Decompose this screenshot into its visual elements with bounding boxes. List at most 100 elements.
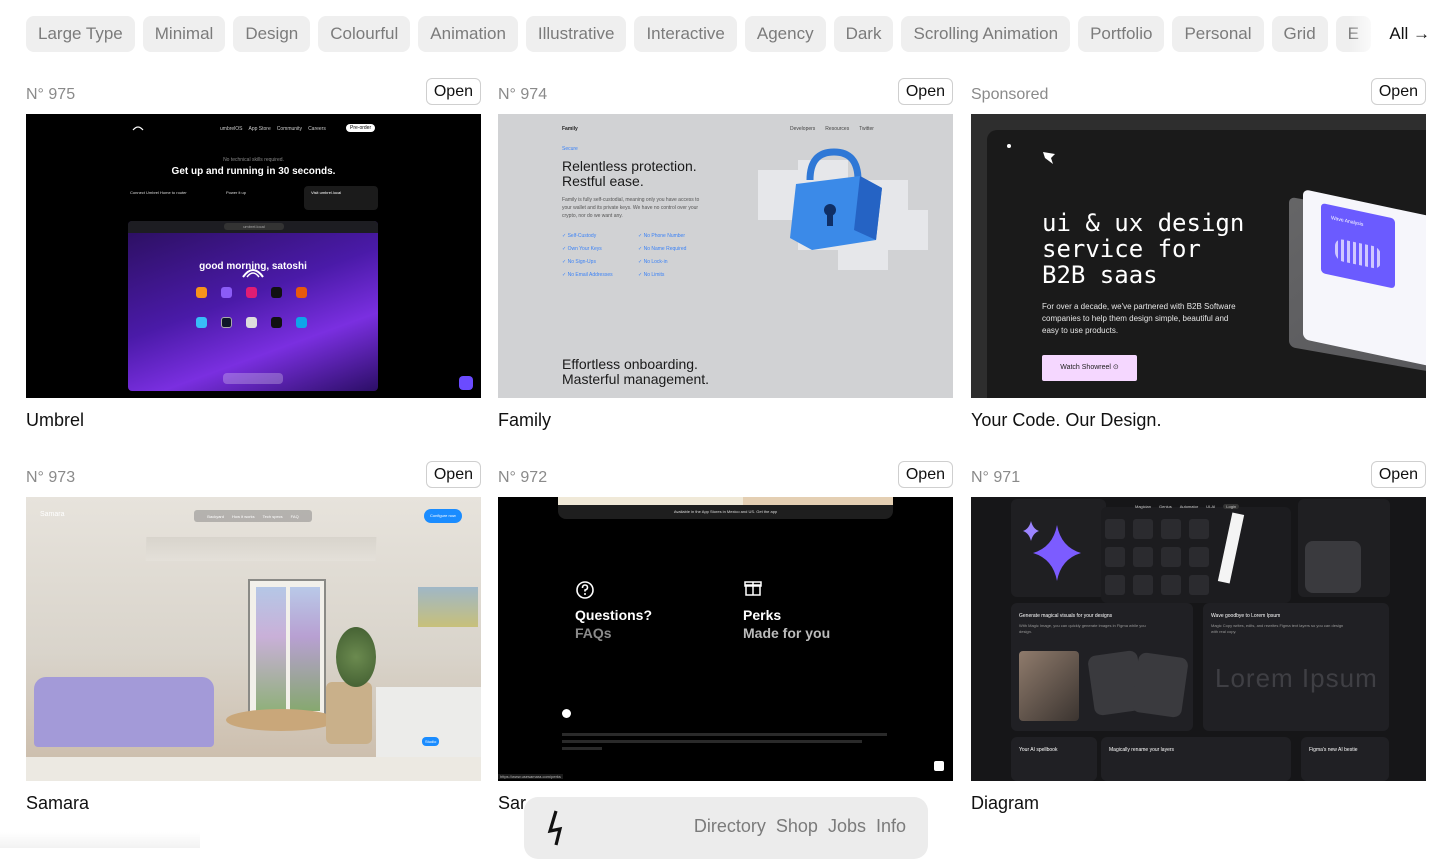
umbrel-step: Power it up — [226, 190, 247, 195]
nav-link-shop[interactable]: Shop — [776, 816, 818, 837]
grid-icon[interactable] — [1105, 547, 1125, 567]
grid-icon[interactable] — [1133, 519, 1153, 539]
app-dock — [223, 373, 283, 384]
app-icon[interactable] — [296, 317, 307, 328]
open-button[interactable]: Open — [1370, 78, 1426, 105]
filter-chip-animation[interactable]: Animation — [418, 16, 518, 52]
card-title[interactable]: Your Code. Our Design. — [971, 410, 1426, 431]
diagram-nav-item[interactable]: Magician — [1135, 504, 1151, 509]
statue-image — [1019, 651, 1079, 721]
chat-widget-icon[interactable] — [459, 376, 473, 390]
agency-headline-1: ui & ux design — [1042, 209, 1245, 237]
grid-icon[interactable] — [1105, 575, 1125, 595]
grid-icon[interactable] — [1133, 575, 1153, 595]
filter-chip-large-type[interactable]: Large Type — [26, 16, 135, 52]
open-button[interactable]: Open — [897, 78, 953, 105]
grid-icon[interactable] — [1189, 519, 1209, 539]
filter-chip-colourful[interactable]: Colourful — [318, 16, 411, 52]
card-title[interactable]: Samara — [26, 793, 481, 814]
app-icon[interactable] — [271, 317, 282, 328]
umbrel-nav-item[interactable]: Community — [277, 126, 302, 132]
filter-chip-portfolio[interactable]: Portfolio — [1078, 16, 1165, 52]
grid-icon[interactable] — [1105, 519, 1125, 539]
filter-chip-grid[interactable]: Grid — [1271, 16, 1328, 52]
grid-icon[interactable] — [1189, 547, 1209, 567]
lorem-ipsum-graphic: Lorem Ipsum — [1215, 663, 1378, 693]
grid-icon[interactable] — [1189, 575, 1209, 595]
card-title[interactable]: Umbrel — [26, 410, 481, 431]
lightning-logo-icon[interactable] — [546, 809, 570, 847]
nav-link-jobs[interactable]: Jobs — [828, 816, 866, 837]
floating-card: Wave Analysis — [1303, 189, 1426, 369]
grid-icon[interactable] — [1161, 575, 1181, 595]
card-title[interactable]: Family — [498, 410, 953, 431]
configure-now-button[interactable]: Configure now — [424, 509, 462, 523]
nav-link-info[interactable]: Info — [876, 816, 906, 837]
app-icon[interactable] — [221, 287, 232, 298]
app-icon[interactable] — [246, 287, 257, 298]
app-icon-row — [196, 287, 307, 298]
filter-chip-scrolling-animation[interactable]: Scrolling Animation — [901, 16, 1071, 52]
chat-widget-icon[interactable] — [934, 761, 944, 771]
site-thumbnail[interactable]: Samara Backyard How it works Tech specs … — [26, 497, 481, 781]
samara-nav-item[interactable]: Backyard — [207, 514, 224, 519]
studio-toggle[interactable]: Studio — [422, 737, 440, 746]
card-title[interactable]: Diagram — [971, 793, 1426, 814]
site-thumbnail[interactable]: Magician Genius Automator UI-AI Login Ge… — [971, 497, 1426, 781]
site-card-samara: N° 973 Open Samara Backyard How it works… — [26, 461, 481, 814]
grid-icon[interactable] — [1133, 547, 1153, 567]
open-button[interactable]: Open — [425, 461, 481, 488]
site-thumbnail[interactable]: Available in the App Stores in Mexico an… — [498, 497, 953, 781]
watch-showreel-button[interactable]: Watch Showreel ⊙ — [1042, 355, 1137, 381]
umbrel-nav-item[interactable]: umbrelOS — [220, 126, 243, 132]
app-store-banner[interactable]: Available in the App Stores in Mexico an… — [558, 505, 893, 519]
open-button[interactable]: Open — [1370, 461, 1426, 488]
filter-chip-agency[interactable]: Agency — [744, 16, 826, 52]
umbrel-nav-item[interactable]: Careers — [308, 126, 326, 132]
grid-icon[interactable] — [1161, 547, 1181, 567]
site-thumbnail[interactable]: ui & ux design service for B2B saas For … — [971, 114, 1426, 398]
filter-bar: Large Type Minimal Design Colourful Anim… — [26, 16, 1430, 52]
app-icon[interactable] — [221, 317, 232, 328]
filter-chip-personal[interactable]: Personal — [1172, 16, 1264, 52]
app-icon[interactable] — [246, 317, 257, 328]
wave-analysis-widget: Wave Analysis — [1321, 202, 1395, 289]
check-item: ✓ No Sign-Ups — [562, 259, 596, 265]
filter-chip-design[interactable]: Design — [233, 16, 311, 52]
family-nav-item[interactable]: Developers — [790, 126, 815, 132]
site-card-family: N° 974 Open Family Developers Resources … — [498, 78, 953, 431]
filter-chip-interactive[interactable]: Interactive — [634, 16, 737, 52]
bed — [34, 677, 214, 747]
umbrel-step: Connect Umbrel Home to router — [130, 190, 187, 195]
filter-chip-dark[interactable]: Dark — [833, 16, 894, 52]
family-brand: Family — [562, 126, 578, 132]
perks-subtitle: Made for you — [743, 625, 831, 641]
diagram-nav-item[interactable]: Genius — [1159, 504, 1172, 509]
site-thumbnail[interactable]: umbrelOS App Store Community Careers Pre… — [26, 114, 481, 398]
diagram-nav-item[interactable]: Login — [1223, 504, 1240, 509]
samara-nav-item[interactable]: Tech specs — [263, 514, 283, 519]
filter-chip-minimal[interactable]: Minimal — [142, 16, 226, 52]
app-icon[interactable] — [196, 287, 207, 298]
family-nav-item[interactable]: Resources — [825, 126, 849, 132]
preorder-button[interactable]: Pre-order — [346, 124, 376, 132]
app-icon[interactable] — [196, 317, 207, 328]
umbrel-nav-item[interactable]: App Store — [249, 126, 271, 132]
all-filters-link[interactable]: All → — [1349, 16, 1430, 52]
grid-icon[interactable] — [1161, 519, 1181, 539]
app-icon[interactable] — [271, 287, 282, 298]
family-footer-1: Effortless onboarding. — [562, 356, 698, 372]
app-icon[interactable] — [296, 287, 307, 298]
samara-nav-item[interactable]: FAQ — [291, 514, 299, 519]
open-button[interactable]: Open — [897, 461, 953, 488]
diagram-nav-item[interactable]: Automator — [1180, 504, 1198, 509]
umbrel-app-window: umbrel.local good morning, satoshi — [128, 221, 378, 391]
site-thumbnail[interactable]: Family Developers Resources Twitter Secu… — [498, 114, 953, 398]
samara-logo-icon — [562, 709, 571, 718]
diagram-nav-item[interactable]: UI-AI — [1206, 504, 1215, 509]
family-nav-item[interactable]: Twitter — [859, 126, 874, 132]
filter-chip-illustrative[interactable]: Illustrative — [525, 16, 627, 52]
open-button[interactable]: Open — [425, 78, 481, 105]
samara-nav-item[interactable]: How it works — [232, 514, 255, 519]
nav-link-directory[interactable]: Directory — [694, 816, 766, 837]
